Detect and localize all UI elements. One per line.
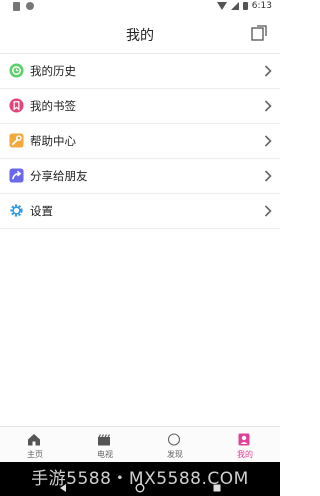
menu-item-share-friends[interactable]: 分享给朋友	[0, 159, 280, 194]
chevron-right-icon	[264, 170, 272, 182]
bottom-tab-bar: 主页 电视 发现 我的	[0, 426, 280, 463]
menu-item-label: 我的历史	[30, 64, 76, 78]
system-nav-bar: 手游5588・MX5588.COM	[0, 462, 280, 496]
wifi-icon	[216, 2, 227, 10]
home-icon	[28, 434, 40, 446]
sync-status-icon	[26, 2, 34, 10]
discover-icon	[167, 433, 181, 446]
menu-item-label: 我的书签	[30, 99, 76, 113]
app-notification-icon	[13, 2, 20, 11]
menu-item-label: 设置	[30, 204, 53, 218]
menu-item-label: 分享给朋友	[30, 169, 88, 183]
menu-list: 我的历史 我的书签 帮助中心 分享给朋友 设置	[0, 54, 280, 229]
chevron-right-icon	[264, 65, 272, 77]
profile-icon	[238, 433, 250, 446]
signal-icon	[230, 2, 239, 10]
history-icon	[9, 63, 24, 78]
recents-icon[interactable]	[212, 483, 222, 493]
menu-item-label: 帮助中心	[30, 134, 76, 148]
tab-discover[interactable]: 发现	[140, 427, 210, 463]
tab-tv[interactable]: 电视	[70, 427, 140, 463]
page-title: 我的	[126, 28, 154, 44]
status-time: 6:13	[251, 1, 272, 11]
page-header: 我的	[0, 13, 280, 54]
gear-icon	[10, 204, 23, 217]
menu-item-bookmark[interactable]: 我的书签	[0, 89, 280, 124]
battery-icon	[242, 2, 248, 10]
tab-home[interactable]: 主页	[0, 427, 70, 463]
share-arrow-icon	[9, 168, 24, 183]
chevron-right-icon	[264, 205, 272, 217]
home-nav-icon[interactable]	[135, 483, 145, 493]
chevron-right-icon	[264, 100, 272, 112]
chevron-right-icon	[264, 135, 272, 147]
share-icon[interactable]	[250, 24, 268, 42]
tv-icon	[98, 434, 111, 446]
tab-label: 电视	[97, 450, 113, 459]
tab-profile[interactable]: 我的	[210, 427, 280, 463]
menu-item-help-center[interactable]: 帮助中心	[0, 124, 280, 159]
back-icon[interactable]	[58, 483, 68, 493]
bookmark-icon	[9, 98, 24, 113]
menu-item-settings[interactable]: 设置	[0, 194, 280, 229]
status-bar: 6:13	[0, 0, 280, 13]
tab-label: 发现	[167, 450, 183, 459]
menu-item-history[interactable]: 我的历史	[0, 54, 280, 89]
tab-label: 我的	[237, 450, 253, 459]
tab-label: 主页	[27, 450, 43, 459]
wrench-icon	[9, 133, 24, 148]
